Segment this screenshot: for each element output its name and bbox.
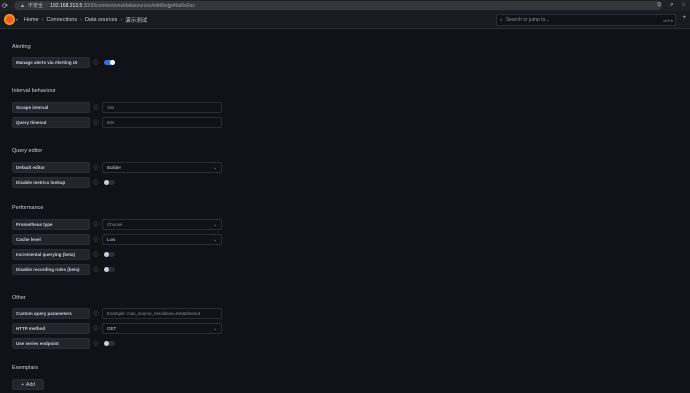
- breadcrumb-connections[interactable]: Connections: [47, 17, 78, 23]
- security-label: 不安全: [27, 3, 43, 9]
- breadcrumb-datasources[interactable]: Data sources: [85, 17, 117, 23]
- reload-icon[interactable]: ⟳: [0, 2, 10, 10]
- row-disable-metrics-lookup: Disable metrics lookup ⓘ: [12, 177, 115, 188]
- search-icon: ⌕: [500, 17, 503, 23]
- search-placeholder: Search or jump to...: [505, 17, 550, 23]
- chevron-down-icon: ⌄: [212, 164, 217, 171]
- section-title-interval: Interval behaviour: [12, 88, 56, 94]
- browser-chrome: ⟳ ▲ 不安全 | 192.168.213.5 :3000/connection…: [0, 0, 690, 11]
- row-manage-alerts: Manage alerts via Alerting UI ⓘ: [12, 57, 115, 68]
- row-disable-recording-rules: Disable recording rules (beta) ⓘ: [12, 264, 115, 275]
- cache-level-label: Cache level: [12, 234, 90, 245]
- warning-icon: ▲: [20, 2, 25, 9]
- top-navbar: ▾ Home › Connections › Data sources › 演示…: [0, 11, 690, 29]
- http-method-value: GET: [107, 326, 117, 331]
- info-icon[interactable]: ⓘ: [90, 251, 102, 258]
- add-exemplar-label: Add: [26, 381, 35, 388]
- row-http-method: HTTP method ⓘ GET ⌄: [12, 323, 222, 334]
- address-bar[interactable]: ▲ 不安全 | 192.168.213.5 :3000/connections/…: [14, 1, 662, 10]
- url-path: :3000/connections/datasources/edit/bejjp…: [82, 2, 195, 9]
- row-default-editor: Default editor ⓘ Builder ⌄: [12, 162, 222, 173]
- incremental-querying-toggle[interactable]: [104, 252, 115, 257]
- info-icon[interactable]: ⓘ: [90, 164, 102, 171]
- row-prometheus-type: Prometheus type ⓘ Choose ⌄: [12, 219, 222, 230]
- chevron-down-icon: ⌄: [212, 236, 217, 243]
- custom-query-params-label: Custom query parameters: [12, 308, 90, 319]
- default-editor-value: Builder: [107, 165, 122, 170]
- disable-recording-rules-toggle[interactable]: [104, 267, 115, 272]
- incremental-querying-label: Incremental querying (beta): [12, 249, 90, 260]
- prometheus-type-placeholder: Choose: [107, 222, 123, 227]
- disable-metrics-lookup-toggle[interactable]: [104, 180, 115, 185]
- row-incremental-querying: Incremental querying (beta) ⓘ: [12, 249, 115, 260]
- add-new-button[interactable]: +: [682, 15, 686, 21]
- chevron-down-icon: ⌄: [212, 325, 217, 332]
- http-method-select[interactable]: GET ⌄: [102, 323, 222, 334]
- default-editor-label: Default editor: [12, 162, 90, 173]
- breadcrumb-separator-icon: ›: [41, 16, 44, 23]
- section-title-query-editor: Query editor: [12, 148, 43, 154]
- custom-query-params-input[interactable]: Example: max_source_resolution=5m&timeou…: [102, 308, 222, 319]
- series-endpoint-label: Use series endpoint: [12, 338, 90, 349]
- series-endpoint-toggle[interactable]: [104, 341, 115, 346]
- breadcrumb-separator-icon: ›: [80, 16, 82, 23]
- breadcrumb-current: 演示测试: [125, 17, 148, 24]
- address-divider: |: [45, 2, 48, 9]
- manage-alerts-label: Manage alerts via Alerting UI: [12, 57, 90, 68]
- info-icon[interactable]: ⓘ: [90, 266, 102, 273]
- browser-actions: ⛭ ⇗ ☆: [657, 2, 686, 8]
- row-scrape-interval: Scrape interval ⓘ 15s: [12, 102, 222, 113]
- disable-metrics-lookup-label: Disable metrics lookup: [12, 177, 90, 188]
- plus-icon: +: [21, 381, 24, 388]
- http-method-label: HTTP method: [12, 323, 90, 334]
- section-title-alerting: Alerting: [12, 44, 31, 50]
- cache-level-select[interactable]: Low ⌄: [102, 234, 222, 245]
- section-title-performance: Performance: [12, 205, 44, 211]
- section-title-other: Other: [12, 295, 26, 301]
- url-host: 192.168.213.5: [50, 2, 83, 9]
- info-icon[interactable]: ⓘ: [90, 310, 102, 317]
- cache-level-value: Low: [107, 237, 116, 242]
- info-icon[interactable]: ⓘ: [90, 340, 102, 347]
- search-input[interactable]: ⌕ Search or jump to... ctrl+k: [496, 14, 676, 26]
- info-icon[interactable]: ⓘ: [90, 179, 102, 186]
- info-icon[interactable]: ⓘ: [90, 119, 102, 126]
- search-shortcut: ctrl+k: [663, 17, 673, 23]
- section-title-exemplars: Exemplars: [12, 365, 38, 371]
- scrape-interval-label: Scrape interval: [12, 102, 90, 113]
- disable-recording-rules-label: Disable recording rules (beta): [12, 264, 90, 275]
- translate-icon[interactable]: ⛭: [657, 2, 661, 8]
- add-exemplar-button[interactable]: + Add: [12, 379, 44, 390]
- scrape-interval-input[interactable]: 15s: [102, 102, 222, 113]
- row-query-timeout: Query timeout ⓘ 60s: [12, 117, 222, 128]
- manage-alerts-toggle[interactable]: [104, 60, 115, 65]
- chevron-down-icon: ⌄: [212, 221, 217, 228]
- grafana-logo-icon[interactable]: [4, 14, 15, 25]
- chevron-down-icon[interactable]: ▾: [16, 17, 18, 22]
- info-icon[interactable]: ⓘ: [90, 325, 102, 332]
- prometheus-type-label: Prometheus type: [12, 219, 90, 230]
- row-series-endpoint: Use series endpoint ⓘ: [12, 338, 115, 349]
- share-icon[interactable]: ⇗: [669, 2, 673, 8]
- info-icon[interactable]: ⓘ: [90, 221, 102, 228]
- row-cache-level: Cache level ⓘ Low ⌄: [12, 234, 222, 245]
- query-timeout-label: Query timeout: [12, 117, 90, 128]
- star-icon[interactable]: ☆: [682, 2, 686, 8]
- breadcrumb: Home › Connections › Data sources › 演示测试: [24, 16, 147, 24]
- prometheus-type-select[interactable]: Choose ⌄: [102, 219, 222, 230]
- info-icon[interactable]: ⓘ: [90, 236, 102, 243]
- query-timeout-input[interactable]: 60s: [102, 117, 222, 128]
- info-icon[interactable]: ⓘ: [90, 104, 102, 111]
- breadcrumb-separator-icon: ›: [120, 16, 123, 23]
- info-icon[interactable]: ⓘ: [90, 59, 102, 66]
- row-custom-query-params: Custom query parameters ⓘ Example: max_s…: [12, 308, 222, 319]
- default-editor-select[interactable]: Builder ⌄: [102, 162, 222, 173]
- breadcrumb-home[interactable]: Home: [24, 17, 39, 23]
